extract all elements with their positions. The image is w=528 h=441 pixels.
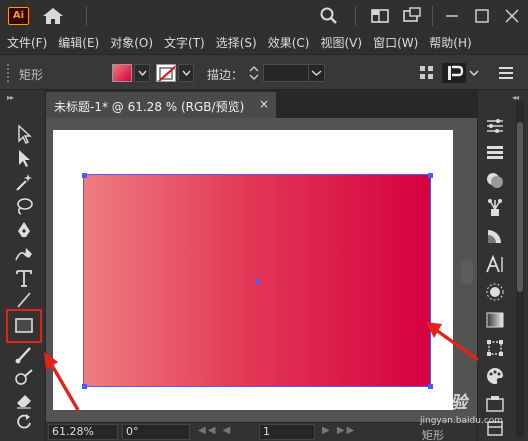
document-tab[interactable]: 未标题-1* @ 61.28 % (RGB/预览) × xyxy=(46,92,276,118)
divider xyxy=(86,6,87,26)
shaper-tool-icon[interactable] xyxy=(13,368,35,388)
object-type-label: 矩形 xyxy=(19,68,44,82)
gradient-icon[interactable] xyxy=(484,310,506,330)
menu-select[interactable]: 选择(S) xyxy=(216,34,257,51)
menu-lines-icon[interactable] xyxy=(496,63,516,83)
selection-handle[interactable] xyxy=(82,173,87,178)
pathfinder-icon[interactable] xyxy=(484,170,506,190)
menu-edit[interactable]: 编辑(E) xyxy=(58,34,99,51)
document-tab-title: 未标题-1* @ 61.28 % (RGB/预览) xyxy=(54,100,245,114)
fill-color-swatch[interactable] xyxy=(112,64,132,82)
selection-tool-icon[interactable] xyxy=(13,124,35,144)
document-tab-bar: 未标题-1* @ 61.28 % (RGB/预览) × xyxy=(46,90,477,118)
transform-icon[interactable] xyxy=(484,338,506,358)
control-bar: 矩形 描边： xyxy=(0,54,528,90)
status-bar: 61.28% 0° ◀◀ ◀ 1 ▶ ▶▶ 矩形 xyxy=(46,422,477,441)
stroke-color-swatch[interactable] xyxy=(156,64,176,82)
menu-type[interactable]: 文字(T) xyxy=(164,34,205,51)
direct-selection-tool-icon[interactable] xyxy=(13,148,35,168)
app-logo: Ai xyxy=(8,7,29,25)
color-guide-icon[interactable] xyxy=(484,226,506,246)
rotate-tool-icon[interactable] xyxy=(13,412,35,432)
arrange-documents-icon[interactable] xyxy=(402,7,422,25)
pen-tool-icon[interactable] xyxy=(13,220,35,240)
menu-file[interactable]: 文件(F) xyxy=(7,34,47,51)
annotation-arrow-left xyxy=(44,352,80,411)
lasso-tool-icon[interactable] xyxy=(13,196,35,216)
rotation-field[interactable]: 0° xyxy=(122,424,190,440)
stroke-weight-input[interactable] xyxy=(263,64,309,82)
brightness-icon[interactable] xyxy=(484,282,506,302)
search-icon[interactable] xyxy=(319,7,339,25)
type-tool-icon[interactable] xyxy=(13,268,35,288)
watermark-logo: Bai度 经验 xyxy=(380,393,468,413)
annotation-arrow-right xyxy=(426,322,479,362)
vertical-scrollbar[interactable] xyxy=(459,128,473,413)
previous-artboard-arrows[interactable]: ◀◀ ◀ xyxy=(198,425,232,436)
right-panel-dock: ◂◂ xyxy=(477,90,528,441)
title-bar: Ai xyxy=(0,0,528,31)
collapse-panel-icon[interactable]: ◂◂ xyxy=(512,93,519,102)
canvas-area[interactable] xyxy=(46,118,477,422)
divider xyxy=(355,6,356,26)
zoom-level-field[interactable]: 61.28% xyxy=(48,424,118,440)
transform-reference-icon[interactable] xyxy=(442,63,466,83)
navigator-icon[interactable] xyxy=(484,394,506,414)
magic-wand-tool-icon[interactable] xyxy=(13,172,35,192)
eraser-tool-icon[interactable] xyxy=(13,390,35,410)
chevron-down-icon xyxy=(138,70,147,76)
line-tool-icon[interactable] xyxy=(13,290,35,310)
center-point[interactable] xyxy=(255,279,260,284)
rectangle-tool-highlight xyxy=(6,309,42,343)
grip-handle[interactable] xyxy=(7,64,9,82)
divider xyxy=(432,6,433,26)
menu-window[interactable]: 窗口(W) xyxy=(373,34,418,51)
maximize-icon[interactable] xyxy=(472,7,492,25)
chevron-down-icon[interactable] xyxy=(468,63,488,83)
menu-bar: 文件(F) 编辑(E) 对象(O) 文字(T) 选择(S) 效果(C) 视图(V… xyxy=(0,31,528,53)
chevron-down-icon xyxy=(311,70,322,76)
current-tool-label: 矩形 xyxy=(422,429,444,441)
stroke-weight-dropdown[interactable] xyxy=(308,64,325,82)
paintbrush-tool-icon[interactable] xyxy=(13,344,35,364)
watermark-url: jingyan.baidu.com xyxy=(420,416,504,426)
scroll-thumb[interactable] xyxy=(461,260,473,284)
symbols-icon[interactable] xyxy=(484,198,506,218)
selection-handle[interactable] xyxy=(428,173,433,178)
chevron-down-icon xyxy=(182,70,191,76)
menu-effect[interactable]: 效果(C) xyxy=(268,34,310,51)
panel-scrollbar[interactable] xyxy=(516,102,524,437)
close-tab-icon[interactable]: × xyxy=(259,97,269,111)
artboard-number-field[interactable]: 1 xyxy=(259,424,315,440)
fill-dropdown[interactable] xyxy=(134,64,150,82)
home-icon[interactable] xyxy=(42,7,64,25)
collapse-panel-icon[interactable]: ▸▸ xyxy=(7,93,14,102)
stroke-dropdown[interactable] xyxy=(178,64,194,82)
no-stroke-icon xyxy=(157,65,175,81)
curvature-tool-icon[interactable] xyxy=(13,244,35,264)
layers-icon[interactable] xyxy=(484,142,506,162)
workspace-icon[interactable] xyxy=(370,7,390,25)
menu-object[interactable]: 对象(O) xyxy=(110,34,153,51)
artboard[interactable] xyxy=(53,130,453,410)
menu-help[interactable]: 帮助(H) xyxy=(429,34,471,51)
color-palette-icon[interactable] xyxy=(484,366,506,386)
stroke-label: 描边： xyxy=(207,68,244,82)
close-window-icon[interactable] xyxy=(502,7,522,25)
next-artboard-arrows[interactable]: ▶ ▶▶ xyxy=(322,425,356,436)
stroke-stepper[interactable] xyxy=(247,64,261,82)
minimize-icon[interactable] xyxy=(442,7,462,25)
menu-view[interactable]: 视图(V) xyxy=(320,34,362,51)
character-icon[interactable] xyxy=(484,254,506,274)
scroll-thumb[interactable] xyxy=(517,122,523,292)
properties-icon[interactable] xyxy=(484,116,506,136)
align-grid-icon[interactable] xyxy=(417,63,437,83)
